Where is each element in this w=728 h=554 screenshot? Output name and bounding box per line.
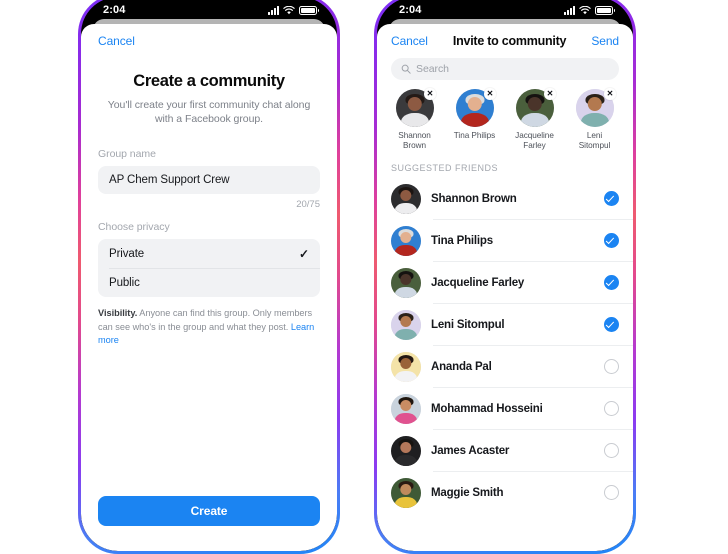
check-circle-filled-icon[interactable] xyxy=(604,191,619,206)
avatar xyxy=(391,267,421,298)
selected-chip-label: Shannon Brown xyxy=(398,131,431,151)
cellular-signal-icon xyxy=(564,5,575,15)
status-bar-time: 2:04 xyxy=(103,4,126,16)
circle-outline-icon[interactable] xyxy=(604,443,619,458)
list-item-label: Mohammad Hosseini xyxy=(431,402,543,415)
status-bar-time: 2:04 xyxy=(399,4,422,16)
list-item[interactable]: Maggie Smith xyxy=(391,472,633,514)
selected-chip[interactable]: ✕ Shannon Brown xyxy=(387,88,442,152)
modal-sheet-left: Cancel Create a community You'll create … xyxy=(81,24,337,551)
battery-icon xyxy=(299,5,319,15)
selected-chip[interactable]: ✕ Tina Philips xyxy=(447,88,502,152)
privacy-option-public[interactable]: Public xyxy=(98,268,320,297)
checkmark-icon: ✓ xyxy=(298,246,309,261)
search-icon xyxy=(401,64,411,74)
avatar xyxy=(391,225,421,256)
list-item-label: James Acaster xyxy=(431,444,510,457)
group-name-counter: 20/75 xyxy=(296,199,320,211)
close-icon[interactable]: ✕ xyxy=(484,88,496,100)
selected-chip[interactable]: ✕ Jacqueline Farley xyxy=(507,88,562,152)
selected-friends-chips: ✕ Shannon Brown ✕ Tina Philips ✕ Jacquel… xyxy=(377,80,633,152)
circle-outline-icon[interactable] xyxy=(604,359,619,374)
circle-outline-icon[interactable] xyxy=(604,485,619,500)
battery-icon xyxy=(595,5,615,15)
search-input[interactable]: Search xyxy=(391,58,619,80)
list-item[interactable]: Shannon Brown xyxy=(391,178,633,220)
avatar xyxy=(391,435,421,466)
privacy-option-public-label: Public xyxy=(109,276,140,289)
avatar xyxy=(391,477,421,508)
wifi-icon xyxy=(283,5,295,14)
group-name-label: Group name xyxy=(98,148,156,161)
search-placeholder: Search xyxy=(416,63,449,75)
circle-outline-icon[interactable] xyxy=(604,401,619,416)
phone-device-right: 2:04 Cancel Invite to community Send Sea… xyxy=(374,0,636,554)
list-item-label: Ananda Pal xyxy=(431,360,492,373)
list-item[interactable]: James Acaster xyxy=(391,430,633,472)
list-item-label: Leni Sitompul xyxy=(431,318,505,331)
wifi-icon xyxy=(579,5,591,14)
close-icon[interactable]: ✕ xyxy=(544,88,556,100)
selected-chip-label: Leni Sitompul xyxy=(578,131,611,151)
suggested-friends-list[interactable]: Shannon Brown Tina Philips Jacqueline Fa… xyxy=(377,178,633,552)
create-community-form: Create a community You'll create your fi… xyxy=(81,58,337,496)
list-item-label: Tina Philips xyxy=(431,234,493,247)
group-name-value: AP Chem Support Crew xyxy=(109,174,230,187)
send-button[interactable]: Send xyxy=(591,34,619,48)
privacy-option-private[interactable]: Private ✓ xyxy=(98,239,320,268)
list-item-label: Shannon Brown xyxy=(431,192,517,205)
cancel-button-right[interactable]: Cancel xyxy=(391,34,428,48)
nav-bar-left: Cancel xyxy=(81,24,337,58)
privacy-option-private-label: Private xyxy=(109,247,145,260)
close-icon[interactable]: ✕ xyxy=(604,88,616,100)
screenshot-root: 2:04 Cancel Create a community You'll cr… xyxy=(0,0,728,554)
suggested-friends-header: SUGGESTED FRIENDS xyxy=(391,162,499,173)
avatar xyxy=(391,351,421,382)
cellular-signal-icon xyxy=(268,5,279,15)
selected-chip-label: Tina Philips xyxy=(453,131,496,140)
close-icon[interactable]: ✕ xyxy=(424,88,436,100)
phone-screen-left: 2:04 Cancel Create a community You'll cr… xyxy=(81,0,337,551)
page-title: Create a community xyxy=(133,72,285,90)
check-circle-filled-icon[interactable] xyxy=(604,317,619,332)
avatar xyxy=(391,393,421,424)
phone-device-left: 2:04 Cancel Create a community You'll cr… xyxy=(78,0,340,554)
phone-screen-right: 2:04 Cancel Invite to community Send Sea… xyxy=(377,0,633,551)
selected-chip[interactable]: ✕ Leni Sitompul xyxy=(567,88,622,152)
list-item[interactable]: Leni Sitompul xyxy=(391,304,633,346)
visibility-lead: Visibility. xyxy=(98,308,138,319)
status-bar-indicators xyxy=(268,5,319,15)
create-button[interactable]: Create xyxy=(98,496,320,526)
check-circle-filled-icon[interactable] xyxy=(604,233,619,248)
create-button-container: Create xyxy=(81,496,337,551)
status-bar-indicators xyxy=(564,5,615,15)
selected-chip-label: Jacqueline Farley xyxy=(515,131,554,151)
list-item-label: Maggie Smith xyxy=(431,486,504,499)
avatar xyxy=(391,309,421,340)
list-item[interactable]: Tina Philips xyxy=(391,220,633,262)
page-subtitle: You'll create your first community chat … xyxy=(107,99,311,126)
nav-title: Invite to community xyxy=(452,34,567,48)
list-item[interactable]: Mohammad Hosseini xyxy=(391,388,633,430)
nav-bar-right: Cancel Invite to community Send xyxy=(377,24,633,58)
cancel-button-left[interactable]: Cancel xyxy=(98,34,135,48)
modal-sheet-right: Cancel Invite to community Send Search ✕… xyxy=(377,24,633,551)
visibility-description: Visibility. Anyone can find this group. … xyxy=(98,307,320,347)
group-name-input[interactable]: AP Chem Support Crew xyxy=(98,166,320,195)
list-item-label: Jacqueline Farley xyxy=(431,276,525,289)
avatar xyxy=(391,183,421,214)
list-item[interactable]: Jacqueline Farley xyxy=(391,262,633,304)
choose-privacy-label: Choose privacy xyxy=(98,221,170,234)
check-circle-filled-icon[interactable] xyxy=(604,275,619,290)
privacy-options-group: Private ✓ Public xyxy=(98,239,320,298)
list-item[interactable]: Ananda Pal xyxy=(391,346,633,388)
search-container: Search xyxy=(377,58,633,80)
